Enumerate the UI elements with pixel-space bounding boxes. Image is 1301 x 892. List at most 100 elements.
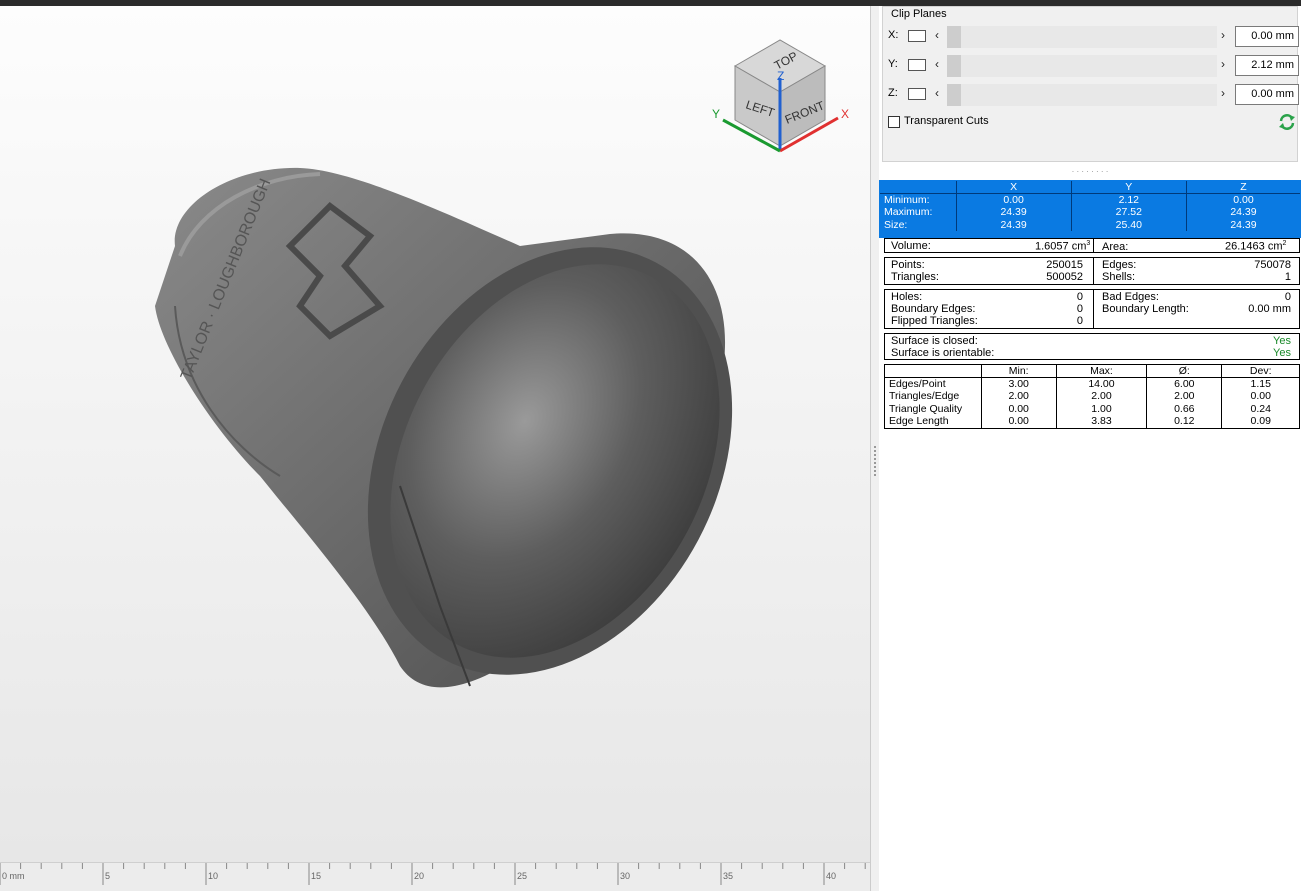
cell: 0.09 — [1221, 415, 1299, 428]
chevron-left-icon[interactable]: ‹ — [935, 28, 939, 42]
clip-value-x[interactable]: 0.00 mm — [1235, 26, 1299, 47]
flipped-triangles-value: 0 — [1076, 315, 1083, 327]
transparent-cuts-label[interactable]: Transparent Cuts — [904, 115, 989, 127]
column-header: Z — [1185, 181, 1300, 194]
chevron-left-icon[interactable]: ‹ — [935, 57, 939, 71]
table-header-row: Min: Max: Ø: Dev: — [885, 365, 1299, 378]
transparent-cuts-checkbox[interactable] — [888, 116, 900, 128]
ruler-label: 10 — [208, 871, 219, 881]
column-header: Y — [1070, 181, 1187, 194]
clip-enable-checkbox[interactable] — [908, 30, 926, 42]
chevron-right-icon[interactable]: › — [1221, 28, 1225, 42]
table-row: Minimum: 0.00 2.12 0.00 — [880, 193, 1300, 206]
ruler-label: 40 — [826, 871, 837, 881]
refresh-icon[interactable] — [1277, 112, 1297, 132]
edges-label: Edges: — [1102, 259, 1137, 271]
surface-closed-label: Surface is closed: — [891, 335, 978, 347]
row-label: Triangle Quality — [889, 402, 963, 415]
cell: 2.00 — [1055, 390, 1147, 403]
area-label: Area: — [1102, 241, 1129, 253]
row-label: Minimum: — [884, 194, 930, 206]
column-header: Dev: — [1221, 365, 1299, 378]
clip-slider-y[interactable] — [947, 55, 1217, 77]
cell: 3.00 — [980, 377, 1057, 390]
row-label: Triangles/Edge — [889, 390, 960, 403]
3d-viewport[interactable]: TAYLOR · LOUGHBOROUGH TOP LEFT FRONT Z X… — [0, 6, 870, 891]
cell: 24.39 — [955, 218, 1072, 231]
cell: 0.00 — [955, 193, 1072, 206]
table-row: Triangle Quality 0.00 1.00 0.66 0.24 — [885, 402, 1299, 415]
column-header: Ø: — [1146, 365, 1222, 378]
bounding-box-table: X Y Z Minimum: 0.00 2.12 0.00 Maximum: 2… — [879, 180, 1301, 238]
table-row: Edge Length 0.00 3.83 0.12 0.09 — [885, 415, 1299, 428]
clip-axis-label: X: — [888, 29, 899, 41]
boundary-length-value: 0.00 mm — [1248, 303, 1291, 315]
clip-enable-checkbox[interactable] — [908, 59, 926, 71]
clip-planes-group: Clip Planes X: ‹ › 0.00 mm Y: ‹ › 2.12 m… — [882, 6, 1299, 162]
clip-value-z[interactable]: 0.00 mm — [1235, 84, 1299, 105]
boundary-edges-value: 0 — [1076, 303, 1083, 315]
cell: 0.00 — [1185, 193, 1300, 206]
column-header: Min: — [980, 365, 1057, 378]
surface-orientable-label: Surface is orientable: — [891, 347, 995, 359]
slider-thumb[interactable] — [947, 84, 961, 106]
properties-panel: Clip Planes X: ‹ › 0.00 mm Y: ‹ › 2.12 m… — [879, 6, 1301, 891]
table-row: Size: 24.39 25.40 24.39 — [880, 218, 1300, 231]
slider-thumb[interactable] — [947, 26, 961, 48]
ruler-label: 5 — [105, 871, 111, 881]
cell: 0.24 — [1221, 402, 1299, 415]
cell: 1.15 — [1221, 377, 1299, 390]
clip-slider-z[interactable] — [947, 84, 1217, 106]
surface-closed-value: Yes — [1273, 335, 1291, 347]
cell: 0.00 — [980, 402, 1057, 415]
cell: 3.83 — [1055, 415, 1147, 428]
holes-label: Holes: — [891, 291, 923, 303]
cell: 27.52 — [1070, 206, 1187, 219]
cell: 0.00 — [980, 415, 1057, 428]
chevron-left-icon[interactable]: ‹ — [935, 86, 939, 100]
volume-label: Volume: — [891, 240, 931, 252]
ruler-label: 20 — [414, 871, 425, 881]
chevron-right-icon[interactable]: › — [1221, 86, 1225, 100]
cell: 0.12 — [1146, 415, 1222, 428]
row-label: Maximum: — [884, 206, 933, 219]
chevron-right-icon[interactable]: › — [1221, 57, 1225, 71]
view-cube[interactable]: TOP LEFT FRONT Z X Y — [705, 34, 855, 159]
row-label: Size: — [884, 218, 908, 231]
clip-slider-x[interactable] — [947, 26, 1217, 48]
cell: 2.00 — [980, 390, 1057, 403]
clip-enable-checkbox[interactable] — [908, 88, 926, 100]
boundary-edges-label: Boundary Edges: — [891, 303, 976, 315]
points-value: 250015 — [1046, 259, 1083, 271]
column-header: Max: — [1055, 365, 1147, 378]
clip-axis-label: Y: — [888, 58, 898, 70]
panel-resize-handle[interactable]: · · · · · · · · — [879, 168, 1301, 179]
row-label: Edges/Point — [889, 378, 946, 390]
clip-row-x: X: ‹ › 0.00 mm — [883, 26, 1299, 48]
clip-axis-label: Z: — [888, 87, 898, 99]
cell: 0.66 — [1146, 402, 1222, 415]
panel-splitter[interactable] — [870, 6, 879, 891]
volume-value: 1.6057 cm3 — [1035, 240, 1091, 253]
cell: 24.39 — [1185, 206, 1300, 219]
ruler-label: 30 — [620, 871, 631, 881]
shells-value: 1 — [1284, 271, 1291, 283]
clip-value-y[interactable]: 2.12 mm — [1235, 55, 1299, 76]
table-row: Edges/Point 3.00 14.00 6.00 1.15 — [885, 377, 1299, 390]
ruler-label: 25 — [517, 871, 528, 881]
slider-thumb[interactable] — [947, 55, 961, 77]
cell: 24.39 — [1185, 218, 1300, 231]
row-label: Edge Length — [889, 415, 949, 428]
mm-ruler: 0 mm 5 10 15 20 25 30 35 40 — [0, 862, 870, 891]
cell: 24.39 — [955, 206, 1072, 219]
cell: 0.00 — [1221, 390, 1299, 403]
area-value: 26.1463 cm2 — [1225, 240, 1287, 253]
column-header: X — [955, 181, 1072, 194]
holes-value: 0 — [1076, 291, 1083, 303]
table-row: Maximum: 24.39 27.52 24.39 — [880, 206, 1300, 219]
edges-value: 750078 — [1254, 259, 1291, 271]
triangles-value: 500052 — [1046, 271, 1083, 283]
triangles-label: Triangles: — [891, 271, 939, 283]
cell: 2.12 — [1070, 193, 1187, 206]
boundary-length-label: Boundary Length: — [1102, 303, 1189, 315]
